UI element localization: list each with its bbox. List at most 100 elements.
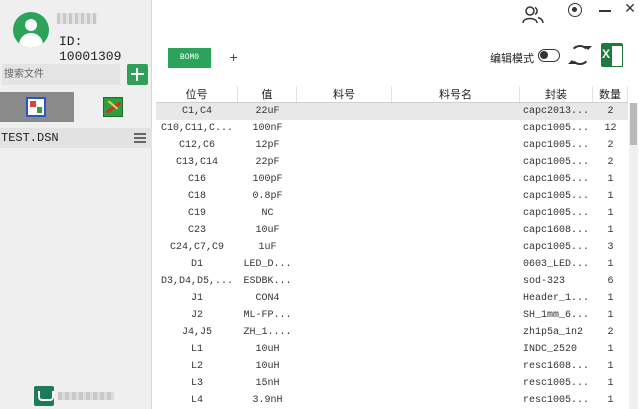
header-part-name[interactable]: 料号名 (392, 86, 520, 102)
cell-position[interactable]: C24,C7,C9 (156, 239, 238, 256)
add-tab-button[interactable]: + (229, 51, 238, 64)
cell-part-name[interactable] (392, 358, 520, 375)
cell-quantity[interactable]: 1 (593, 358, 628, 375)
cell-part-name[interactable] (392, 392, 520, 409)
cell-value[interactable]: LED_D... (238, 256, 297, 273)
list-item[interactable]: TEST.DSN (0, 128, 152, 148)
table-row[interactable]: C16 100pF capc1005... 1 (156, 171, 628, 188)
cell-value[interactable]: 10uH (238, 341, 297, 358)
cell-value[interactable]: 0.8pF (238, 188, 297, 205)
menu-icon[interactable] (134, 133, 146, 143)
header-part-number[interactable]: 料号 (297, 86, 392, 102)
cell-value[interactable]: 10uH (238, 358, 297, 375)
cell-part-name[interactable] (392, 239, 520, 256)
table-row[interactable]: C23 10uF capc1608... 1 (156, 222, 628, 239)
tab-bom[interactable]: BOM0 (168, 48, 211, 68)
cell-part-name[interactable] (392, 137, 520, 154)
cell-package[interactable]: zh1p5a_1n2 (520, 324, 593, 341)
users-icon[interactable] (522, 5, 544, 25)
cell-package[interactable]: capc1005... (520, 188, 593, 205)
cell-part-number[interactable] (297, 222, 392, 239)
cell-part-name[interactable] (392, 256, 520, 273)
minimize-icon[interactable] (599, 10, 611, 12)
cell-value[interactable]: 10uF (238, 222, 297, 239)
cell-part-number[interactable] (297, 137, 392, 154)
table-row[interactable]: L3 15nH resc1005... 1 (156, 375, 628, 392)
cell-quantity[interactable]: 1 (593, 307, 628, 324)
cell-package[interactable]: SH_1mm_6... (520, 307, 593, 324)
table-row[interactable]: L1 10uH INDC_2520 1 (156, 341, 628, 358)
table-row[interactable]: J1 CON4 Header_1... 1 (156, 290, 628, 307)
cell-package[interactable]: capc1005... (520, 154, 593, 171)
cell-quantity[interactable]: 1 (593, 205, 628, 222)
cell-quantity[interactable]: 1 (593, 171, 628, 188)
cell-part-name[interactable] (392, 341, 520, 358)
close-icon[interactable]: ✕ (623, 2, 637, 16)
cell-package[interactable]: capc1005... (520, 137, 593, 154)
cell-part-name[interactable] (392, 154, 520, 171)
table-row[interactable]: C12,C6 12pF capc1005... 2 (156, 137, 628, 154)
cell-package[interactable]: sod-323 (520, 273, 593, 290)
cell-quantity[interactable]: 2 (593, 154, 628, 171)
scrollbar-thumb[interactable] (630, 103, 637, 145)
cell-position[interactable]: J1 (156, 290, 238, 307)
cell-value[interactable]: ML-FP... (238, 307, 297, 324)
cell-value[interactable]: ZH_1.... (238, 324, 297, 341)
table-row[interactable]: C10,C11,C... 100nF capc1005... 12 (156, 120, 628, 137)
cell-package[interactable]: capc1005... (520, 171, 593, 188)
cell-package[interactable]: capc1005... (520, 120, 593, 137)
cell-quantity[interactable]: 1 (593, 341, 628, 358)
cell-position[interactable]: L1 (156, 341, 238, 358)
tab-pcb[interactable] (74, 92, 152, 122)
add-file-button[interactable] (127, 64, 148, 85)
cell-value[interactable]: 15nH (238, 375, 297, 392)
cell-value[interactable]: 12pF (238, 137, 297, 154)
cell-position[interactable]: D1 (156, 256, 238, 273)
cell-part-name[interactable] (392, 205, 520, 222)
table-row[interactable]: J2 ML-FP... SH_1mm_6... 1 (156, 307, 628, 324)
cell-part-number[interactable] (297, 307, 392, 324)
cell-part-number[interactable] (297, 103, 392, 120)
cell-quantity[interactable]: 6 (593, 273, 628, 290)
cell-quantity[interactable]: 1 (593, 256, 628, 273)
cell-package[interactable]: resc1608... (520, 358, 593, 375)
cell-position[interactable]: C18 (156, 188, 238, 205)
table-row[interactable]: L2 10uH resc1608... 1 (156, 358, 628, 375)
tab-schematic[interactable] (0, 92, 74, 122)
table-row[interactable]: D3,D4,D5,... ESDBK... sod-323 6 (156, 273, 628, 290)
cell-quantity[interactable]: 3 (593, 239, 628, 256)
excel-icon[interactable]: X (601, 43, 623, 67)
cell-quantity[interactable]: 2 (593, 103, 628, 120)
cell-value[interactable]: 100pF (238, 171, 297, 188)
cell-part-name[interactable] (392, 120, 520, 137)
cell-position[interactable]: L3 (156, 375, 238, 392)
table-row[interactable]: L4 3.9nH resc1005... 1 (156, 392, 628, 409)
cell-part-number[interactable] (297, 358, 392, 375)
cell-quantity[interactable]: 1 (593, 375, 628, 392)
cell-part-number[interactable] (297, 341, 392, 358)
cell-part-name[interactable] (392, 375, 520, 392)
cell-package[interactable]: capc1608... (520, 222, 593, 239)
cell-part-number[interactable] (297, 205, 392, 222)
cell-position[interactable]: C23 (156, 222, 238, 239)
cell-package[interactable]: resc1005... (520, 392, 593, 409)
cell-value[interactable]: 1uF (238, 239, 297, 256)
cell-part-number[interactable] (297, 290, 392, 307)
cell-quantity[interactable]: 1 (593, 222, 628, 239)
cell-part-name[interactable] (392, 273, 520, 290)
cell-package[interactable]: 0603_LED... (520, 256, 593, 273)
header-package[interactable]: 封装 (520, 86, 593, 102)
cell-position[interactable]: J4,J5 (156, 324, 238, 341)
cell-position[interactable]: C10,C11,C... (156, 120, 238, 137)
refresh-icon[interactable] (568, 45, 592, 65)
cell-quantity[interactable]: 1 (593, 188, 628, 205)
cell-position[interactable]: C1,C4 (156, 103, 238, 120)
cell-position[interactable]: L2 (156, 358, 238, 375)
cell-package[interactable]: INDC_2520 (520, 341, 593, 358)
edit-mode-toggle[interactable] (538, 49, 560, 62)
cell-package[interactable]: resc1005... (520, 375, 593, 392)
cell-package[interactable]: capc1005... (520, 205, 593, 222)
search-input[interactable] (2, 64, 120, 85)
cell-part-number[interactable] (297, 256, 392, 273)
cell-quantity[interactable]: 1 (593, 392, 628, 409)
